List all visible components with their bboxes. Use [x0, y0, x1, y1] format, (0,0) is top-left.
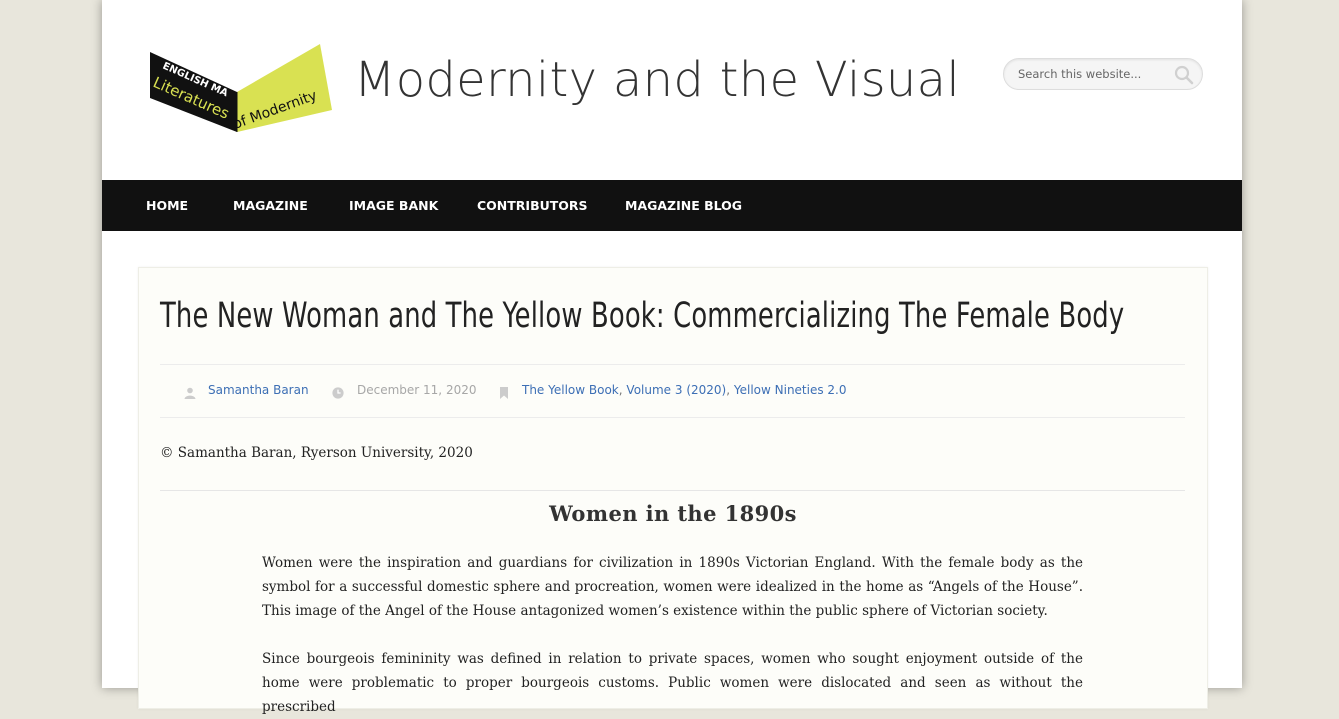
- clock-icon: [332, 384, 344, 399]
- bookmark-icon: [498, 384, 510, 399]
- body-paragraph: Since bourgeois femininity was defined i…: [262, 651, 1083, 715]
- site-title[interactable]: Modernity and the Visual: [354, 52, 960, 108]
- section-heading: Women in the 1890s: [549, 501, 797, 526]
- category-link-volume-3[interactable]: Volume 3 (2020): [626, 383, 726, 397]
- post-author-link[interactable]: Samantha Baran: [208, 383, 309, 397]
- search-icon[interactable]: [1174, 65, 1194, 85]
- search-form: [1003, 58, 1203, 90]
- logo-graphic: ENGLISH MA Literatures of Modernity: [144, 40, 340, 142]
- search-input[interactable]: [1018, 65, 1168, 83]
- content-divider: [160, 490, 1185, 491]
- site-logo[interactable]: ENGLISH MA Literatures of Modernity: [144, 40, 340, 142]
- nav-item-contributors[interactable]: CONTRIBUTORS: [477, 180, 588, 231]
- nav-item-home[interactable]: HOME: [146, 180, 188, 231]
- site-header: ENGLISH MA Literatures of Modernity Mode…: [102, 0, 1242, 180]
- nav-item-magazine-blog[interactable]: MAGAZINE BLOG: [625, 180, 742, 231]
- category-separator: ,: [618, 383, 623, 397]
- post-article: The New Woman and The Yellow Book: Comme…: [138, 267, 1208, 715]
- main-navigation: HOME MAGAZINE IMAGE BANK CONTRIBUTORS MA…: [102, 180, 1242, 231]
- post-date: December 11, 2020: [357, 383, 477, 397]
- post-meta: Samantha Baran December 11, 2020 The Yel…: [160, 364, 1185, 418]
- copyright-notice: © Samantha Baran, Ryerson University, 20…: [160, 445, 473, 461]
- post-title: The New Woman and The Yellow Book: Comme…: [160, 296, 1125, 336]
- category-link-the-yellow-book[interactable]: The Yellow Book: [522, 383, 619, 397]
- category-link-yellow-nineties[interactable]: Yellow Nineties 2.0: [734, 383, 847, 397]
- nav-item-magazine[interactable]: MAGAZINE: [233, 180, 308, 231]
- post-categories: The Yellow Book, Volume 3 (2020), Yellow…: [522, 383, 847, 397]
- nav-item-image-bank[interactable]: IMAGE BANK: [349, 180, 438, 231]
- author-icon: [184, 384, 196, 399]
- body-paragraph: Women were the inspiration and guardians…: [262, 555, 1083, 619]
- category-separator: ,: [726, 383, 731, 397]
